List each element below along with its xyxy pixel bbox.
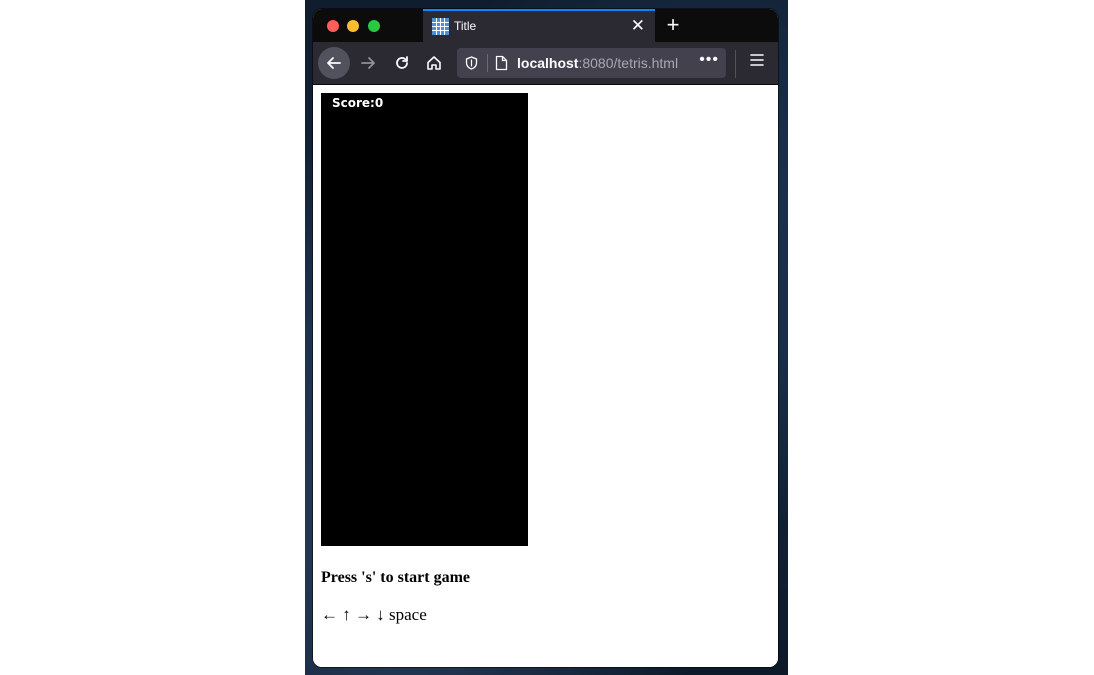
tab-close-button[interactable]: ✕ — [631, 16, 645, 36]
home-button[interactable] — [418, 47, 450, 79]
url-host: localhost — [517, 55, 579, 71]
tab-title: Title — [454, 19, 477, 33]
score-label: Score:0 — [332, 96, 384, 110]
window-maximize-button[interactable] — [368, 20, 380, 32]
tab-bar: Title ✕ + — [313, 9, 778, 42]
start-instruction: Press 's' to start game — [321, 569, 470, 586]
navigation-toolbar: localhost:8080/tetris.html ••• — [313, 42, 778, 85]
back-arrow-icon — [327, 57, 341, 69]
browser-window: Title ✕ + localhost:8080/tetris.html •••… — [313, 9, 778, 667]
controls-hint: ← ↑ → ↓ space — [321, 605, 427, 624]
back-button[interactable] — [318, 47, 350, 79]
menu-icon[interactable] — [749, 52, 765, 68]
game-canvas[interactable]: Score:0 — [321, 93, 528, 546]
window-minimize-button[interactable] — [347, 20, 359, 32]
forward-button[interactable] — [352, 47, 384, 79]
page-actions-button[interactable]: ••• — [699, 51, 719, 69]
window-close-button[interactable] — [327, 20, 339, 32]
forward-arrow-icon — [361, 57, 375, 69]
page-icon — [495, 55, 508, 71]
address-separator — [487, 54, 488, 72]
shield-icon[interactable] — [465, 56, 478, 70]
reload-button[interactable] — [386, 47, 418, 79]
reload-icon — [396, 56, 408, 69]
url-path: :8080/tetris.html — [578, 55, 679, 71]
url-text[interactable]: localhost:8080/tetris.html — [517, 55, 678, 71]
home-icon — [427, 56, 441, 70]
grid-favicon-icon — [432, 18, 449, 35]
address-bar[interactable]: localhost:8080/tetris.html ••• — [457, 48, 726, 78]
new-tab-button[interactable]: + — [662, 12, 684, 38]
page-content: Score:0 Press 's' to start game ← ↑ → ↓ … — [313, 85, 778, 667]
tab-active[interactable]: Title ✕ — [423, 9, 655, 42]
toolbar-separator — [735, 50, 736, 78]
